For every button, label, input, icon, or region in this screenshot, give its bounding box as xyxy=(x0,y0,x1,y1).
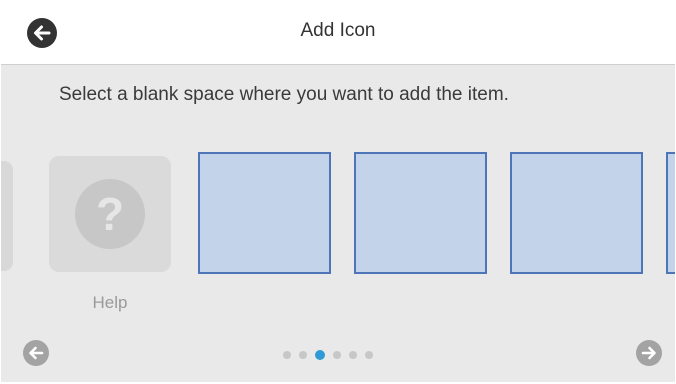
page-dot xyxy=(283,351,291,359)
help-tile[interactable]: ? xyxy=(49,156,171,272)
page-dot xyxy=(299,351,307,359)
page-dot xyxy=(349,351,357,359)
blank-slot[interactable] xyxy=(666,152,675,274)
page-indicator xyxy=(283,350,373,360)
blank-slot[interactable] xyxy=(354,152,487,274)
help-glyph: ? xyxy=(95,188,125,240)
blank-slot[interactable] xyxy=(510,152,643,274)
page-dot xyxy=(333,351,341,359)
page-dot xyxy=(365,351,373,359)
previous-page-button[interactable] xyxy=(23,340,49,366)
page-dot-active xyxy=(315,350,325,360)
blank-slot[interactable] xyxy=(198,152,331,274)
question-mark-icon: ? xyxy=(75,179,145,249)
arrow-right-icon xyxy=(641,346,656,360)
next-page-button[interactable] xyxy=(636,340,662,366)
add-icon-screen: Add Icon Select a blank space where you … xyxy=(1,1,675,382)
page-title: Add Icon xyxy=(300,20,376,41)
instruction-text: Select a blank space where you want to a… xyxy=(59,84,509,105)
previous-icon-tile[interactable] xyxy=(1,161,13,271)
arrow-left-icon xyxy=(29,346,44,360)
help-label: Help xyxy=(92,293,128,312)
header-bar: Add Icon xyxy=(1,1,675,65)
